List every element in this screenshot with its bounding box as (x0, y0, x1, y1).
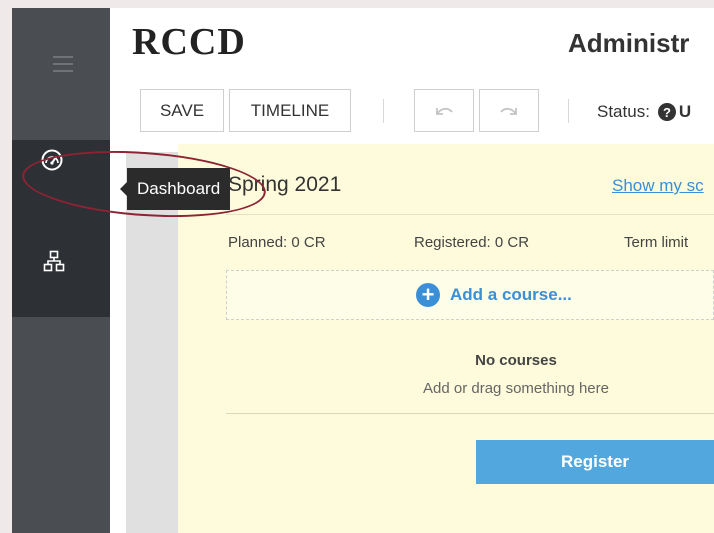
empty-state-hint: Add or drag something here (423, 380, 609, 397)
timeline-button[interactable]: TIMELINE (229, 89, 351, 132)
save-button[interactable]: SAVE (140, 89, 224, 132)
redo-button[interactable] (479, 89, 539, 132)
registered-credits: Registered: 0 CR (414, 234, 530, 251)
undo-icon (436, 107, 453, 115)
term-divider (226, 214, 714, 215)
toolbar-divider (383, 99, 384, 123)
dashboard-tooltip: Dashboard (119, 168, 231, 210)
show-my-schedule-link[interactable]: Show my sc (612, 176, 704, 196)
term-divider (226, 413, 714, 414)
page-title: Administr (568, 28, 690, 58)
status-value: U (678, 102, 692, 121)
dashboard-gauge-icon (41, 149, 63, 171)
term-title: Spring 2021 (228, 173, 342, 196)
redo-icon (500, 107, 517, 115)
planned-credits: Planned: 0 CR (228, 234, 326, 251)
add-course-label: Add a course... (450, 285, 572, 304)
empty-state-title: No courses (475, 352, 557, 369)
register-button[interactable]: Register (476, 440, 714, 484)
status-indicator: Status: ? U (597, 102, 691, 122)
app-frame: RCCD Administr SAVE TIMELINE Status: ? U… (12, 8, 714, 533)
undo-button[interactable] (414, 89, 474, 132)
rccd-logo[interactable]: RCCD (132, 22, 246, 62)
add-course-button[interactable]: + Add a course... (416, 283, 572, 307)
status-label: Status: (597, 102, 650, 121)
sidebar-item-dashboard[interactable] (12, 140, 110, 200)
sidebar-item-sitemap[interactable] (12, 248, 110, 308)
toolbar-divider (568, 99, 569, 123)
menu-icon[interactable] (53, 56, 73, 72)
term-limit: Term limit (624, 234, 689, 251)
plus-circle-icon: + (416, 283, 440, 307)
sitemap-icon (43, 250, 65, 272)
help-icon[interactable]: ? (657, 103, 676, 121)
